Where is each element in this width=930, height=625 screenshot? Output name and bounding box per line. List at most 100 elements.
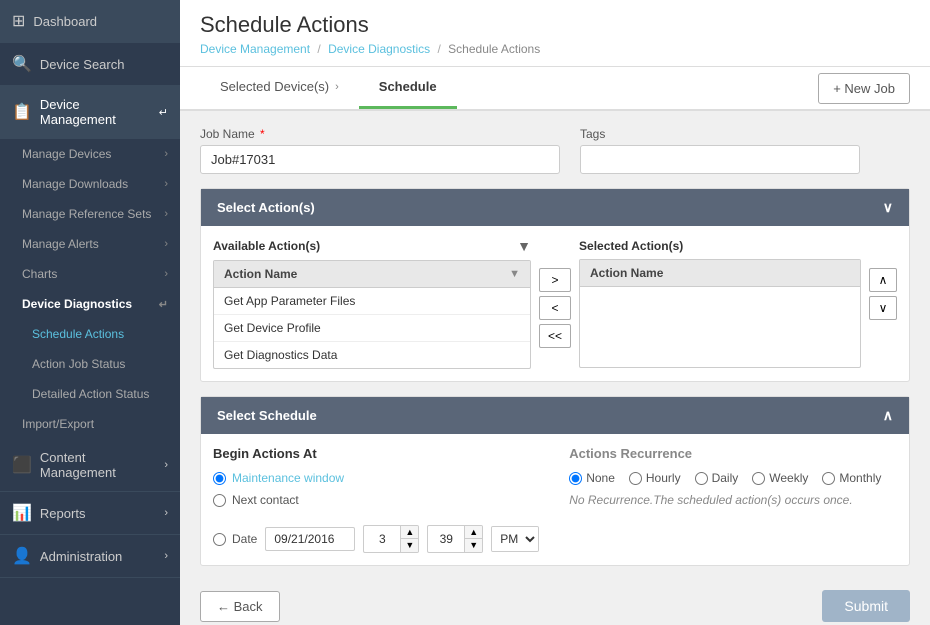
date-label: Date — [232, 532, 257, 546]
radio-next-contact[interactable] — [213, 494, 226, 507]
selected-actions-label: Selected Action(s) — [579, 239, 683, 253]
tags-label: Tags — [580, 127, 860, 141]
job-name-label: Job Name * — [200, 127, 560, 141]
maintenance-window-label: Maintenance window — [232, 471, 344, 485]
ampm-select[interactable]: AM PM — [492, 527, 538, 551]
date-row: Date ▲ ▼ — [213, 525, 539, 553]
move-down-button[interactable]: ∨ — [869, 296, 897, 320]
selected-actions-controls: ∧ ∨ — [869, 238, 897, 368]
minute-spinners: ▲ ▼ — [464, 526, 482, 552]
select-schedule-header[interactable]: Select Schedule ∧ — [201, 397, 909, 434]
select-actions-header[interactable]: Select Action(s) ∨ — [201, 189, 909, 226]
sidebar-item-device-diagnostics[interactable]: Device Diagnostics ↵ — [0, 289, 180, 319]
radio-daily[interactable] — [695, 472, 708, 485]
transfer-back-all-button[interactable]: << — [539, 324, 571, 348]
chevron-right-icon: › — [164, 148, 168, 160]
reports-icon: 📊 — [12, 503, 32, 523]
sidebar-item-device-search[interactable]: 🔍 Device Search — [0, 43, 180, 86]
submit-button[interactable]: Submit — [822, 590, 910, 622]
sidebar-item-manage-devices[interactable]: Manage Devices › — [0, 139, 180, 169]
chevron-icon: ↵ — [159, 106, 168, 119]
sidebar-item-manage-alerts[interactable]: Manage Alerts › — [0, 229, 180, 259]
sidebar-item-device-management[interactable]: 📋 Device Management ↵ — [0, 86, 180, 139]
tab-schedule[interactable]: Schedule — [359, 67, 457, 109]
filter-icon[interactable]: ▼ — [517, 238, 531, 254]
sidebar-item-charts[interactable]: Charts › — [0, 259, 180, 289]
move-up-button[interactable]: ∧ — [869, 268, 897, 292]
content-area: Job Name * Tags Select Action(s) ∨ — [180, 111, 930, 625]
sidebar-item-import-export[interactable]: Import/Export — [0, 409, 180, 439]
hour-spinners: ▲ ▼ — [400, 526, 418, 552]
back-button[interactable]: ← Back — [200, 591, 280, 622]
hour-down-button[interactable]: ▼ — [401, 539, 418, 552]
tab-selected-devices[interactable]: Selected Device(s) › — [200, 67, 359, 109]
sidebar-item-detailed-action-status[interactable]: Detailed Action Status — [0, 379, 180, 409]
sidebar-sub-label: Manage Devices — [22, 147, 111, 161]
monthly-label: Monthly — [839, 471, 881, 485]
recurrence-monthly[interactable]: Monthly — [822, 471, 881, 485]
hour-up-button[interactable]: ▲ — [401, 526, 418, 539]
option-date[interactable]: Date — [213, 532, 257, 546]
radio-maintenance-window[interactable] — [213, 472, 226, 485]
sidebar-item-manage-reference-sets[interactable]: Manage Reference Sets › — [0, 199, 180, 229]
radio-date[interactable] — [213, 533, 226, 546]
recurrence-section: Actions Recurrence None Hourly — [569, 446, 897, 553]
action-row-get-device[interactable]: Get Device Profile — [214, 315, 530, 342]
recurrence-title: Actions Recurrence — [569, 446, 897, 461]
recurrence-hourly[interactable]: Hourly — [629, 471, 681, 485]
radio-none[interactable] — [569, 472, 582, 485]
recurrence-weekly[interactable]: Weekly — [752, 471, 808, 485]
breadcrumb-device-diagnostics[interactable]: Device Diagnostics — [328, 42, 430, 56]
available-actions-table: Action Name ▼ Get App Parameter Files Ge… — [213, 260, 531, 369]
recurrence-daily[interactable]: Daily — [695, 471, 739, 485]
option-next-contact[interactable]: Next contact — [213, 493, 539, 507]
tags-input[interactable] — [580, 145, 860, 174]
chevron-right-icon: › — [164, 238, 168, 250]
option-maintenance-window[interactable]: Maintenance window — [213, 471, 539, 485]
hourly-label: Hourly — [646, 471, 681, 485]
sidebar-item-label: Dashboard — [33, 14, 97, 29]
dashboard-icon: ⊞ — [12, 11, 25, 31]
form-group-job-name: Job Name * — [200, 127, 560, 174]
sidebar-item-schedule-actions[interactable]: Schedule Actions — [0, 319, 180, 349]
sidebar-sub-label: Manage Downloads — [22, 177, 128, 191]
transfer-back-button[interactable]: < — [539, 296, 571, 320]
sidebar-item-action-job-status[interactable]: Action Job Status — [0, 349, 180, 379]
hour-input[interactable] — [364, 528, 400, 550]
radio-monthly[interactable] — [822, 472, 835, 485]
minute-down-button[interactable]: ▼ — [465, 539, 482, 552]
select-actions-title: Select Action(s) — [217, 200, 315, 215]
sidebar-item-reports[interactable]: 📊 Reports › — [0, 492, 180, 535]
radio-hourly[interactable] — [629, 472, 642, 485]
begin-actions-title: Begin Actions At — [213, 446, 539, 461]
sidebar-item-dashboard[interactable]: ⊞ Dashboard — [0, 0, 180, 43]
recurrence-none[interactable]: None — [569, 471, 615, 485]
collapse-icon: ∧ — [883, 407, 893, 424]
chevron-right-icon: › — [164, 550, 168, 562]
breadcrumb: Device Management / Device Diagnostics /… — [200, 42, 910, 66]
sidebar-item-manage-downloads[interactable]: Manage Downloads › — [0, 169, 180, 199]
breadcrumb-device-management[interactable]: Device Management — [200, 42, 310, 56]
selected-actions-container: Selected Action(s) Action Name — [579, 238, 897, 368]
job-name-input[interactable] — [200, 145, 560, 174]
chevron-right-icon: › — [164, 268, 168, 280]
actions-layout: Available Action(s) ▼ Action Name ▼ Get … — [213, 238, 897, 369]
hour-input-group: ▲ ▼ — [363, 525, 419, 553]
sidebar-item-administration[interactable]: 👤 Administration › — [0, 535, 180, 578]
date-input[interactable] — [265, 527, 355, 551]
radio-weekly[interactable] — [752, 472, 765, 485]
selected-actions-table: Action Name — [579, 259, 861, 368]
select-actions-body: Available Action(s) ▼ Action Name ▼ Get … — [201, 226, 909, 381]
filter-dropdown-icon[interactable]: ▼ — [509, 268, 520, 280]
minute-input[interactable] — [428, 528, 464, 550]
minute-up-button[interactable]: ▲ — [465, 526, 482, 539]
select-schedule-body: Begin Actions At Maintenance window Next… — [201, 434, 909, 565]
action-row-get-app[interactable]: Get App Parameter Files — [214, 288, 530, 315]
chevron-right-icon: › — [164, 208, 168, 220]
action-row-get-diagnostics[interactable]: Get Diagnostics Data — [214, 342, 530, 368]
action-name-column: Action Name — [224, 267, 297, 281]
select-schedule-title: Select Schedule — [217, 408, 317, 423]
new-job-button[interactable]: + New Job — [818, 73, 910, 104]
sidebar-item-content-management[interactable]: ⬛ Content Management › — [0, 439, 180, 492]
transfer-forward-button[interactable]: > — [539, 268, 571, 292]
